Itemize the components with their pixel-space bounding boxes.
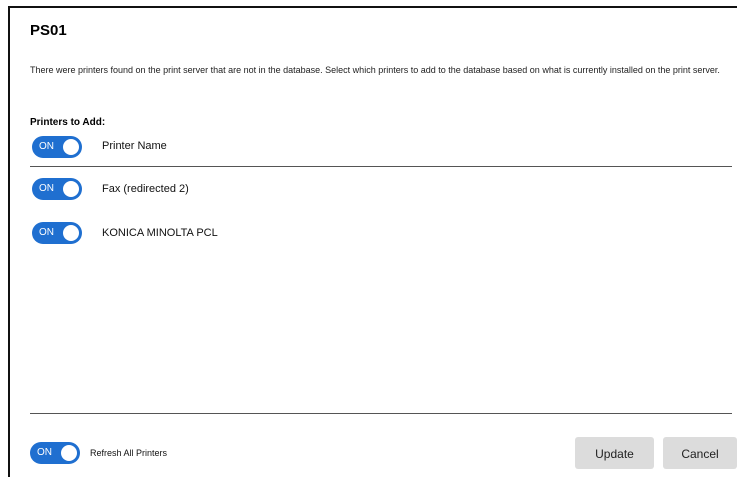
printer-name: Fax (redirected 2): [102, 183, 189, 195]
toggle-knob: [63, 181, 79, 197]
printer-toggle-fax[interactable]: ON: [32, 178, 82, 200]
printers-to-add-label: Printers to Add:: [30, 117, 106, 128]
update-button[interactable]: Update: [575, 437, 654, 469]
printer-name: KONICA MINOLTA PCL: [102, 227, 218, 239]
refresh-all-printers-toggle[interactable]: ON: [30, 442, 80, 464]
select-all-printers-toggle[interactable]: ON: [32, 136, 82, 158]
footer-divider: [30, 413, 732, 414]
toggle-state-text: ON: [39, 227, 54, 238]
dialog-title: PS01: [30, 22, 67, 39]
toggle-knob: [61, 445, 77, 461]
printer-name-column-header: Printer Name: [102, 140, 167, 152]
header-divider: [30, 166, 732, 167]
refresh-all-printers-label: Refresh All Printers: [90, 448, 168, 458]
toggle-knob: [63, 225, 79, 241]
dialog-description: There were printers found on the print s…: [30, 65, 720, 75]
add-printers-dialog: PS01 There were printers found on the pr…: [8, 6, 737, 477]
cancel-button[interactable]: Cancel: [663, 437, 737, 469]
toggle-knob: [63, 139, 79, 155]
toggle-state-text: ON: [39, 183, 54, 194]
printer-toggle-konica[interactable]: ON: [32, 222, 82, 244]
toggle-state-text: ON: [37, 447, 52, 458]
toggle-state-text: ON: [39, 141, 54, 152]
